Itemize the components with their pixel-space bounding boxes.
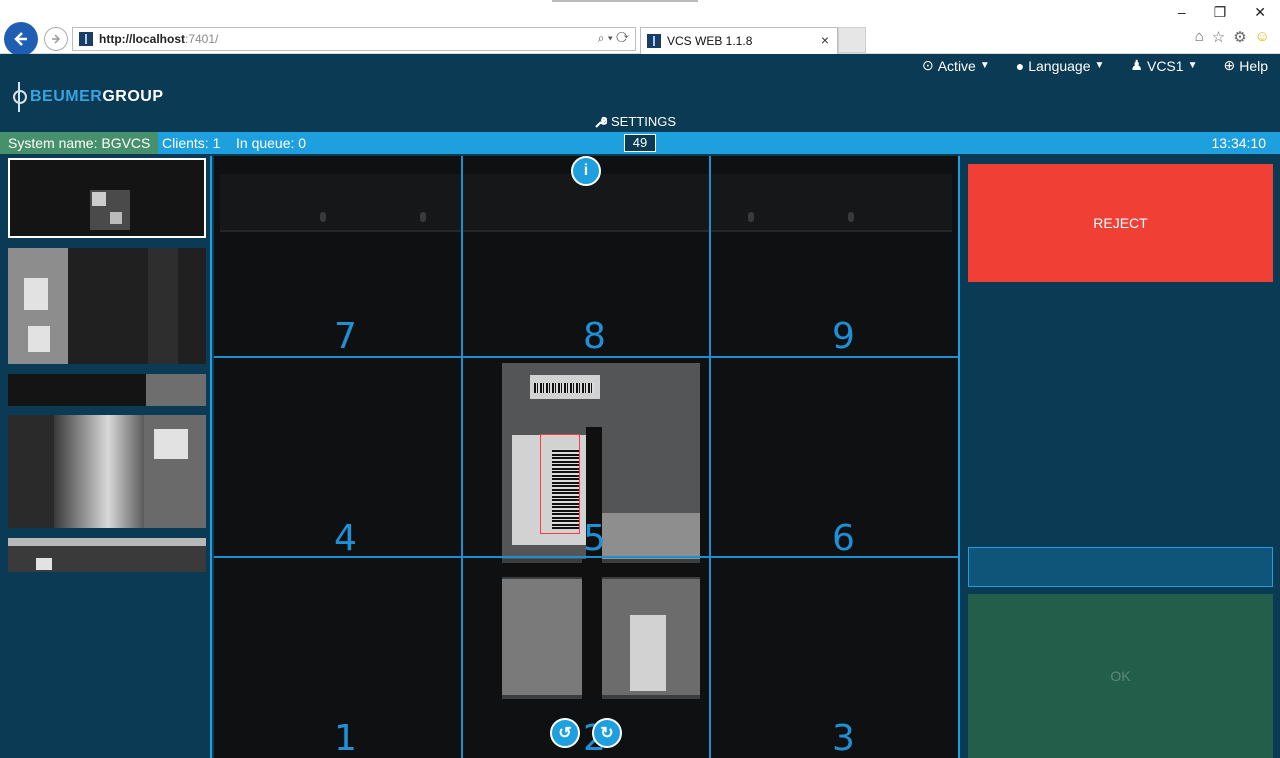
status-bar: System name: BGVCS Clients: 1 In queue: … bbox=[0, 132, 1280, 154]
grid-cell-1[interactable]: 1 bbox=[334, 718, 357, 758]
tab-close-icon[interactable]: × bbox=[821, 32, 829, 48]
globe-icon: ● bbox=[1015, 57, 1025, 74]
thumbnail-image[interactable] bbox=[8, 248, 206, 364]
user-icon: ♟ bbox=[1130, 57, 1143, 73]
title-bar-line bbox=[552, 0, 698, 2]
minimize-icon[interactable]: – bbox=[1178, 4, 1186, 21]
logo-mark-icon bbox=[12, 82, 27, 112]
grid-line bbox=[709, 156, 711, 758]
info-icon[interactable]: i bbox=[571, 156, 601, 186]
user-menu[interactable]: ♟ VCS1 ▼ bbox=[1130, 57, 1197, 74]
queue-count: In queue: 0 bbox=[236, 135, 307, 151]
favorites-icon[interactable]: ☆ bbox=[1212, 28, 1225, 46]
active-menu[interactable]: ⊙ Active ▼ bbox=[922, 57, 990, 74]
barcode-detection-box bbox=[540, 434, 580, 534]
url-text: http://localhost:7401/ bbox=[99, 32, 219, 46]
help-link[interactable]: ⊕ Help bbox=[1223, 57, 1268, 74]
wrench-icon bbox=[595, 116, 607, 128]
reject-button[interactable]: REJECT bbox=[968, 164, 1273, 282]
beumer-logo: BEUMERGROUP bbox=[12, 82, 164, 112]
home-icon[interactable]: ⌂ bbox=[1195, 28, 1204, 46]
rotate-left-icon[interactable]: ↺ bbox=[550, 718, 580, 748]
language-label: Language bbox=[1028, 57, 1091, 74]
forward-arrow-icon bbox=[52, 34, 61, 44]
feedback-smiley-icon[interactable]: ☺ bbox=[1255, 28, 1270, 46]
help-label: Help bbox=[1239, 57, 1268, 74]
grid-cell-4[interactable]: 4 bbox=[334, 518, 357, 559]
new-tab-button[interactable] bbox=[838, 27, 866, 53]
active-label: Active bbox=[937, 57, 976, 74]
address-bar-actions[interactable]: ⌕ ▾ ⟳ bbox=[598, 31, 629, 46]
thumbnail-image[interactable] bbox=[8, 415, 206, 528]
app-header: BEUMERGROUP ⊙ Active ▼ ● Language ▼ ♟ VC… bbox=[0, 54, 1280, 132]
brand-part2: GROUP bbox=[102, 88, 164, 105]
thumbnail-image[interactable] bbox=[8, 538, 206, 572]
site-favicon-icon bbox=[79, 32, 93, 46]
rotate-right-icon[interactable]: ↻ bbox=[592, 718, 622, 748]
browser-chrome: http://localhost:7401/ ⌕ ▾ ⟳ VCS WEB 1.1… bbox=[0, 0, 1280, 56]
back-arrow-icon bbox=[14, 32, 27, 46]
grid-cell-9[interactable]: 9 bbox=[832, 316, 855, 357]
settings-link[interactable]: SETTINGS bbox=[595, 114, 676, 129]
grid-line bbox=[461, 156, 463, 758]
system-name: System name: BGVCS bbox=[0, 132, 159, 154]
back-button[interactable] bbox=[4, 22, 38, 56]
address-bar[interactable]: http://localhost:7401/ ⌕ ▾ ⟳ bbox=[72, 27, 636, 51]
vcs-app: BEUMERGROUP ⊙ Active ▼ ● Language ▼ ♟ VC… bbox=[0, 54, 1280, 758]
grid-cell-3[interactable]: 3 bbox=[832, 718, 855, 758]
action-panel: REJECT OK bbox=[958, 156, 1280, 758]
clients-count: Clients: 1 bbox=[162, 135, 221, 151]
forward-button[interactable] bbox=[44, 27, 68, 51]
grid-cell-7[interactable]: 7 bbox=[334, 316, 357, 357]
ok-button[interactable]: OK bbox=[968, 594, 1273, 758]
user-label: VCS1 bbox=[1146, 57, 1184, 74]
language-menu[interactable]: ● Language ▼ bbox=[1016, 57, 1105, 74]
window-controls: – ❐ ✕ bbox=[1178, 4, 1266, 21]
chevron-down-icon: ▼ bbox=[1094, 60, 1105, 71]
settings-label: SETTINGS bbox=[611, 114, 677, 129]
thumbnail-image[interactable] bbox=[8, 374, 206, 406]
browser-toolbar: ⌂ ☆ ⚙ ☺ bbox=[1195, 28, 1270, 46]
thumbnail-image[interactable] bbox=[8, 158, 206, 238]
thumbnail-panel bbox=[0, 156, 212, 758]
lifebuoy-icon: ⊕ bbox=[1223, 57, 1236, 73]
settings-gear-icon[interactable]: ⚙ bbox=[1233, 28, 1246, 46]
chevron-down-icon: ▼ bbox=[979, 60, 990, 71]
chevron-down-icon: ▼ bbox=[1187, 60, 1198, 71]
clock: 13:34:10 bbox=[1211, 135, 1267, 151]
play-circle-icon: ⊙ bbox=[921, 57, 934, 73]
grid-cell-8[interactable]: 8 bbox=[583, 316, 606, 357]
brand-part1: BEUMER bbox=[30, 88, 103, 105]
grid-cell-6[interactable]: 6 bbox=[832, 518, 855, 559]
tab-title: VCS WEB 1.1.8 bbox=[667, 34, 753, 48]
camera-image-view[interactable]: 7 8 9 4 5 6 1 2 3 i ↺ ↻ bbox=[214, 156, 958, 758]
parcel-bottom bbox=[502, 559, 700, 699]
restore-icon[interactable]: ❐ bbox=[1214, 4, 1227, 21]
grid-cell-5[interactable]: 5 bbox=[583, 518, 606, 559]
close-window-icon[interactable]: ✕ bbox=[1254, 4, 1266, 21]
item-counter: 49 bbox=[624, 134, 656, 152]
code-input[interactable] bbox=[968, 547, 1273, 587]
top-nav: ⊙ Active ▼ ● Language ▼ ♟ VCS1 ▼ ⊕ Help bbox=[922, 57, 1268, 74]
browser-tab[interactable]: VCS WEB 1.1.8 × bbox=[640, 27, 838, 54]
tab-favicon-icon bbox=[647, 34, 661, 48]
